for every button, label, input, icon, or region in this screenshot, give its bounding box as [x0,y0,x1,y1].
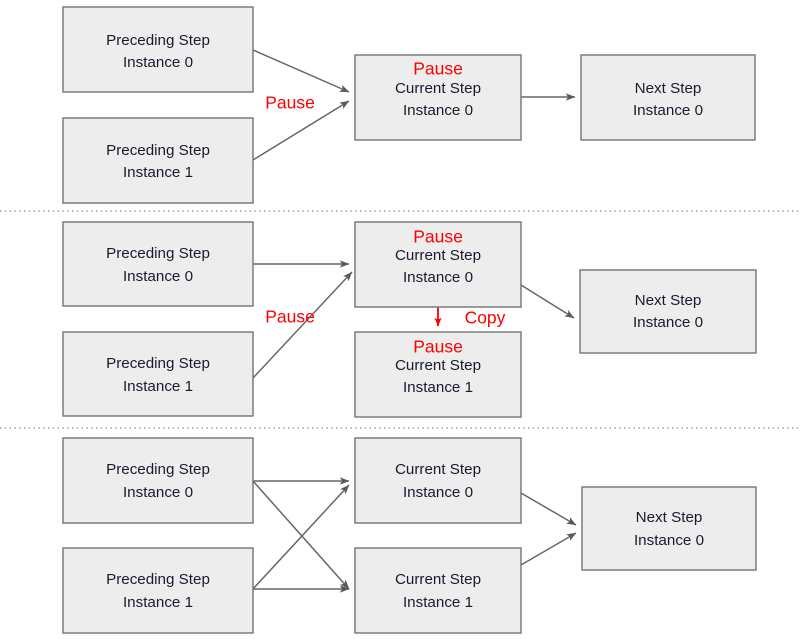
node-box[interactable] [62,6,254,93]
node-line-2: Instance 0 [634,532,704,549]
node-p2-preceding-step-instance-1[interactable]: Preceding Step Instance 1 [62,331,254,417]
node-box[interactable] [354,547,522,634]
edge-label-p2-pause: Pause [265,307,315,327]
node-line-2: Instance 0 [403,484,473,501]
node-line-1: Preceding Step [106,355,210,372]
edge-label-p1-pause: Pause [265,93,315,113]
node-line-2: Instance 0 [123,268,193,285]
node-line-2: Instance 0 [403,102,473,119]
node-box[interactable] [62,331,254,417]
node-line-1: Next Step [635,80,702,97]
edge-label-p2-copy: Copy [465,308,506,328]
node-line-1: Preceding Step [106,142,210,159]
flow-diagram: Preceding Step Instance 0 Preceding Step… [0,0,800,639]
node-line-2: Instance 1 [403,594,473,611]
node-box[interactable] [581,486,757,571]
node-p2-current-step-instance-0[interactable]: Pause Current Step Instance 0 [354,221,522,308]
node-p1-next-step-instance-0[interactable]: Next Step Instance 0 [580,54,756,141]
node-line-1: Current Step [395,357,481,374]
node-line-1: Next Step [635,292,702,309]
node-pause-badge: Pause [413,227,463,247]
node-p3-current-step-instance-0[interactable]: Current Step Instance 0 [354,437,522,524]
node-line-2: Instance 1 [123,594,193,611]
node-p2-current-step-instance-1[interactable]: Pause Current Step Instance 1 [354,331,522,418]
node-line-2: Instance 0 [123,54,193,71]
node-p2-next-step-instance-0[interactable]: Next Step Instance 0 [579,269,757,354]
node-p3-next-step-instance-0[interactable]: Next Step Instance 0 [581,486,757,571]
node-p1-preceding-step-instance-1[interactable]: Preceding Step Instance 1 [62,117,254,204]
node-line-1: Current Step [395,461,481,478]
node-line-1: Preceding Step [106,461,210,478]
node-p3-preceding-step-instance-1[interactable]: Preceding Step Instance 1 [62,547,254,634]
node-p2-preceding-step-instance-0[interactable]: Preceding Step Instance 0 [62,221,254,307]
node-pause-badge: Pause [413,337,463,357]
node-line-2: Instance 1 [123,378,193,395]
node-line-2: Instance 0 [633,102,703,119]
node-box[interactable] [62,221,254,307]
node-box[interactable] [62,437,254,524]
node-pause-badge: Pause [413,59,463,79]
node-line-1: Preceding Step [106,245,210,262]
node-line-2: Instance 0 [123,484,193,501]
node-box[interactable] [62,547,254,634]
node-p3-current-step-instance-1[interactable]: Current Step Instance 1 [354,547,522,634]
node-p1-current-step-instance-0[interactable]: Pause Current Step Instance 0 [354,54,522,141]
node-line-2: Instance 0 [403,269,473,286]
node-box[interactable] [579,269,757,354]
node-p1-preceding-step-instance-0[interactable]: Preceding Step Instance 0 [62,6,254,93]
node-box[interactable] [354,437,522,524]
node-line-1: Current Step [395,247,481,264]
node-line-2: Instance 0 [633,314,703,331]
node-line-2: Instance 1 [403,379,473,396]
node-box[interactable] [580,54,756,141]
node-line-1: Next Step [636,509,703,526]
node-line-2: Instance 1 [123,164,193,181]
node-p3-preceding-step-instance-0[interactable]: Preceding Step Instance 0 [62,437,254,524]
diagram-canvas: Preceding Step Instance 0 Preceding Step… [0,0,800,639]
node-line-1: Preceding Step [106,32,210,49]
node-line-1: Current Step [395,80,481,97]
node-box[interactable] [62,117,254,204]
node-line-1: Preceding Step [106,571,210,588]
node-line-1: Current Step [395,571,481,588]
